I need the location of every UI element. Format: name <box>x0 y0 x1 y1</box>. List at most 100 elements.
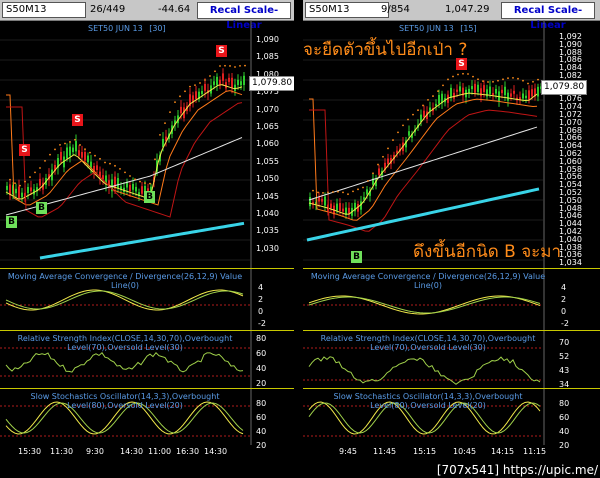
right-sar-dot <box>387 147 389 150</box>
right-rsi-title-line1: Relative Strength Index(CLOSE,14,30,70),… <box>320 334 536 343</box>
right-sto-axis-label: 60 <box>559 413 570 422</box>
left-sar-dot <box>174 101 176 103</box>
left-candle <box>213 81 215 85</box>
left-candle <box>27 187 29 193</box>
left-sar-dot <box>194 84 196 86</box>
left-sar-dot <box>59 143 61 146</box>
sell-signal-marker: S <box>216 45 227 57</box>
left-interval: [30] <box>149 24 166 33</box>
right-sar-dot <box>342 191 344 194</box>
right-sto-axis-label: 40 <box>559 427 570 436</box>
left-sar-dot <box>124 171 126 174</box>
right-rsi-title-line2: Level(70),Oversold Level(30) <box>370 343 486 352</box>
right-candle <box>489 86 491 94</box>
left-candle <box>195 91 197 99</box>
right-candle <box>537 86 539 97</box>
left-price-box: 1,079.80 <box>249 76 294 91</box>
left-candle <box>30 187 32 192</box>
left-sar-dot <box>214 70 216 73</box>
left-candle <box>228 77 230 82</box>
left-time-label: 16:30 <box>176 447 200 456</box>
left-sar-dot <box>184 90 186 93</box>
right-candle <box>507 92 509 101</box>
left-time-label: 14:30 <box>120 447 144 456</box>
left-price-axis-label: 1,085 <box>256 52 279 62</box>
right-candle <box>501 89 503 94</box>
right-interval: [15] <box>460 24 477 33</box>
left-macd-title-line1: Moving Average Convergence / Divergence(… <box>7 272 243 281</box>
left-candle <box>234 84 236 91</box>
left-candle <box>237 79 239 86</box>
right-sar-dot <box>452 75 454 78</box>
left-price-axis-label: 1,060 <box>256 139 279 149</box>
right-sar-dot <box>472 75 474 78</box>
right-sar-dot <box>327 191 329 194</box>
left-sar-dot <box>149 182 151 185</box>
right-sar-dot <box>377 163 379 166</box>
left-sar-dot <box>99 157 101 160</box>
left-sar-dot <box>169 111 171 114</box>
left-chart-panel: S50M13 26/449 -44.64 Recal Scale-Linear … <box>0 0 294 460</box>
left-sar-dot <box>9 178 11 181</box>
right-candle <box>528 90 530 101</box>
right-candle <box>438 94 440 104</box>
right-sar-dot <box>522 79 524 82</box>
left-candle <box>69 146 71 156</box>
right-price-axis-label: 1,034 <box>559 258 582 268</box>
buy-signal-marker: B <box>6 216 17 228</box>
left-sar-dot <box>89 151 91 154</box>
right-sar-dot <box>427 98 429 101</box>
right-candle <box>321 198 323 202</box>
left-candle <box>78 150 80 156</box>
left-sar-dot <box>119 167 121 170</box>
left-sar-dot <box>79 144 81 146</box>
left-price-axis-label: 1,070 <box>256 104 279 114</box>
left-sto-axis-label: 40 <box>256 427 267 436</box>
left-candle <box>15 188 17 194</box>
left-macd-title: Moving Average Convergence / Divergence(… <box>0 272 250 290</box>
left-price-axis-label: 1,090 <box>256 35 279 44</box>
left-sar-dot <box>229 65 231 67</box>
left-candle <box>60 151 62 161</box>
left-candle <box>216 76 218 86</box>
right-candle <box>480 88 482 97</box>
left-sar-dot <box>244 64 246 67</box>
left-time-label: 9:30 <box>86 447 104 456</box>
right-candle <box>408 131 410 136</box>
left-sar-dot <box>29 176 31 178</box>
right-candle <box>456 89 458 92</box>
left-chart-title: SET50 JUN 13 [30] <box>88 24 166 33</box>
right-macd-axis-label: 0 <box>561 307 567 316</box>
left-sar-dot <box>114 164 116 167</box>
left-sar-dot <box>224 64 226 67</box>
right-macd-axis-label: 4 <box>561 283 567 292</box>
right-candle <box>324 196 326 206</box>
right-ma-long <box>308 126 538 201</box>
left-sar-dot <box>64 142 66 145</box>
left-sar-dot <box>54 148 56 151</box>
left-sar-dot <box>104 161 106 164</box>
left-time-label: 11:30 <box>50 447 74 456</box>
right-sar-dot <box>512 76 514 79</box>
left-sar-dot <box>189 85 191 88</box>
right-chart-title: SET50 JUN 13 [15] <box>399 24 477 33</box>
left-sar-dot <box>129 175 131 177</box>
right-macd-title-line2: Line(0) <box>413 281 442 290</box>
right-macd-pane: Moving Average Convergence / Divergence(… <box>303 268 600 329</box>
left-sar-dot <box>84 148 86 151</box>
left-sar-dot <box>44 159 46 162</box>
right-sar-dot <box>347 193 349 196</box>
right-sar-dot <box>482 80 484 83</box>
buy-signal-marker: B <box>36 202 47 214</box>
left-candle <box>201 91 203 95</box>
right-candle <box>318 197 320 202</box>
left-candle <box>219 79 221 85</box>
left-sar-dot <box>94 154 96 157</box>
right-candle <box>423 110 425 118</box>
left-rsi-axis-label: 40 <box>256 364 267 373</box>
right-stochastic-pane: Slow Stochastics Oscillator(14,3,3),Over… <box>303 388 600 444</box>
left-candle <box>81 152 83 158</box>
left-rsi-title-line2: Level(70),Oversold Level(30) <box>67 343 183 352</box>
right-rsi-title: Relative Strength Index(CLOSE,14,30,70),… <box>303 334 553 352</box>
right-title-text: SET50 JUN 13 <box>399 24 454 33</box>
